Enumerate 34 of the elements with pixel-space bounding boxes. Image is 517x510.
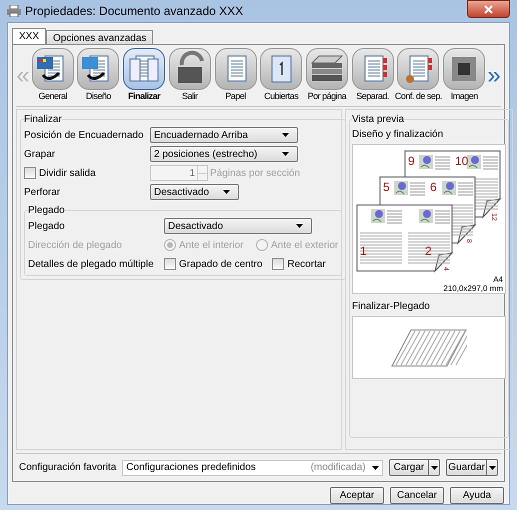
dropdown[interactable]: Desactivado xyxy=(150,184,239,200)
checkbox-label: Dividir salida xyxy=(39,166,96,180)
tab[interactable]: XXX xyxy=(12,28,46,44)
field-label: Posición de Encuadernado xyxy=(24,128,145,142)
scroll-right-button[interactable]: » xyxy=(487,64,501,88)
window-title: Propiedades: Documento avanzado XXX xyxy=(25,3,244,20)
field-label: Perforar xyxy=(24,186,62,200)
tab[interactable]: Opciones avanzadas xyxy=(46,30,154,44)
group-title: Plegado xyxy=(28,204,65,218)
favorite-dropdown[interactable]: Configuraciones predefinidos (modificada) xyxy=(122,460,383,476)
field-label: Detalles de plegado múltiple xyxy=(28,258,155,272)
radio-label: Ante el interior xyxy=(179,238,244,252)
split-button[interactable]: Guardar xyxy=(446,459,498,476)
paper-dimensions: 210,0x297,0 mm xyxy=(443,284,504,293)
preview-label: Diseño y finalización xyxy=(352,128,444,142)
checkbox-label: Grapado de centro xyxy=(179,258,262,272)
preview-label: Finalizar-Plegado xyxy=(352,300,431,314)
dialog-button[interactable]: Cancelar xyxy=(390,487,444,504)
spinner-unit: Páginas por sección xyxy=(210,166,300,180)
field-label: Plegado xyxy=(28,220,66,234)
paper-size: A4 xyxy=(493,275,504,284)
field-label: Dirección de plegado xyxy=(28,238,123,252)
split-button[interactable]: Cargar xyxy=(388,459,440,476)
group-title: Finalizar xyxy=(24,113,62,127)
favorite-label: Configuración favorita xyxy=(19,461,116,475)
dialog-button[interactable]: Aceptar xyxy=(330,487,384,504)
dropdown[interactable]: Desactivado xyxy=(164,218,312,234)
checkbox-label: Recortar xyxy=(287,258,326,272)
dropdown[interactable]: Encuadernado Arriba xyxy=(150,127,298,143)
group-title: Vista previa xyxy=(352,113,404,127)
dialog-button[interactable]: Ayuda xyxy=(450,487,504,504)
dropdown[interactable]: 2 posiciones (estrecho) xyxy=(150,146,298,162)
field-label: Grapar xyxy=(24,148,56,162)
radio-label: Ante el exterior xyxy=(271,238,338,252)
